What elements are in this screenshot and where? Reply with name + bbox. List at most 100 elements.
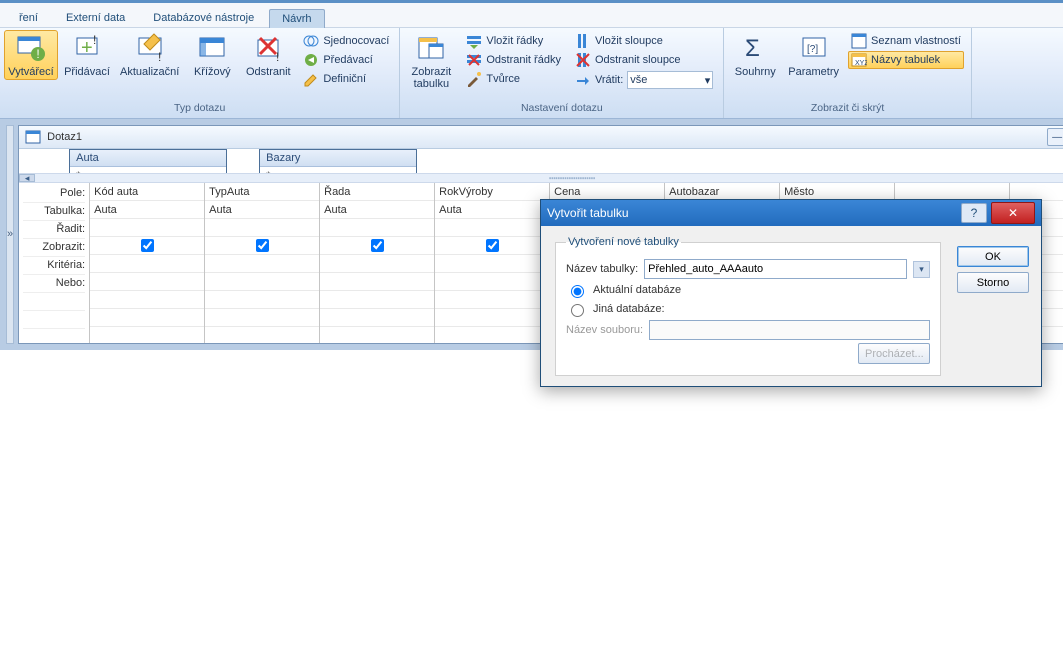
svg-text:!: ! (276, 50, 279, 64)
grid-cell[interactable] (435, 219, 549, 237)
label-otherdb: Jiná databáze: (593, 303, 665, 315)
label-currentdb: Aktuální databáze (593, 284, 681, 296)
grid-cell[interactable] (320, 219, 434, 237)
btn-passthrough[interactable]: Předávací (300, 51, 392, 69)
tab-design[interactable]: Návrh (269, 9, 324, 28)
grid-cell[interactable]: Řada (320, 183, 434, 201)
grid-cell[interactable] (90, 309, 204, 327)
btn-ddl[interactable]: Definiční (300, 70, 392, 88)
btn-insert-cols[interactable]: Vložit sloupce (572, 32, 716, 50)
btn-delete-cols[interactable]: Odstranit sloupce (572, 51, 716, 69)
grid-cell[interactable]: RokVýroby (435, 183, 549, 201)
grid-cell[interactable] (205, 237, 319, 255)
show-checkbox[interactable] (486, 239, 499, 252)
btn-ok[interactable]: OK (957, 246, 1029, 267)
grid-cell[interactable] (320, 291, 434, 309)
grid-cell[interactable] (90, 291, 204, 309)
grid-cell[interactable] (435, 291, 549, 309)
relationship-pane[interactable]: Auta *Kód autaTypAutaŘadaRokVýrobyCenaAu… (19, 149, 1063, 173)
svg-text:+: + (81, 37, 93, 59)
btn-delete[interactable]: ! Odstranit (241, 30, 295, 80)
tab-create[interactable]: ření (6, 8, 51, 27)
grid-cell[interactable] (320, 255, 434, 273)
ribbon-tabs: ření Externí data Databázové nástroje Ná… (0, 3, 1063, 28)
input-tablename[interactable] (644, 259, 907, 279)
grid-cell[interactable]: Auta (90, 201, 204, 219)
grid-cell[interactable] (205, 219, 319, 237)
group-label-qtype: Typ dotazu (4, 102, 395, 116)
table-auta[interactable]: Auta *Kód autaTypAutaŘadaRokVýrobyCenaAu… (69, 149, 227, 173)
grid-cell[interactable]: Auta (435, 201, 549, 219)
show-checkbox[interactable] (256, 239, 269, 252)
ribbon: ! Vytvářecí +! Přidávací ! Aktualizační … (0, 28, 1063, 119)
input-filename (649, 320, 930, 340)
combo-down-icon[interactable]: ▾ (913, 261, 930, 278)
btn-crosstab[interactable]: Křížový (185, 30, 239, 80)
grid-cell[interactable] (90, 219, 204, 237)
grid-column[interactable]: ŘadaAuta (320, 183, 435, 343)
btn-insert-rows[interactable]: Vložit řádky (463, 32, 564, 50)
scroll-left-icon[interactable]: ◂ (19, 174, 35, 182)
grid-cell[interactable] (205, 309, 319, 327)
chevron-down-icon: ▾ (705, 74, 711, 87)
grid-cell[interactable] (205, 291, 319, 309)
grid-cell[interactable] (90, 273, 204, 291)
btn-delete-rows[interactable]: Odstranit řádky (463, 51, 564, 69)
nav-pane[interactable]: » (6, 125, 14, 344)
grid-cell[interactable]: Auta (320, 201, 434, 219)
btn-tablenames[interactable]: XYZNázvy tabulek (848, 51, 964, 69)
grid-cell[interactable] (205, 255, 319, 273)
btn-show-table[interactable]: Zobrazit tabulku (404, 30, 458, 92)
grid-cell[interactable] (205, 273, 319, 291)
win-minimize[interactable]: — (1047, 128, 1063, 146)
show-checkbox[interactable] (371, 239, 384, 252)
grid-cell[interactable] (435, 237, 549, 255)
btn-builder[interactable]: Tvůrce (463, 70, 564, 88)
fieldset-legend: Vytvoření nové tabulky (566, 236, 681, 248)
btn-totals[interactable]: Σ Souhrny (728, 30, 782, 80)
btn-cancel[interactable]: Storno (957, 272, 1029, 293)
grid-cell[interactable] (90, 237, 204, 255)
dialog-close[interactable]: ✕ (991, 202, 1035, 224)
tab-external-data[interactable]: Externí data (53, 8, 138, 27)
btn-maketable[interactable]: ! Vytvářecí (4, 30, 58, 80)
query-icon (25, 129, 41, 145)
btn-append[interactable]: +! Přidávací (60, 30, 114, 80)
btn-browse: Procházet... (858, 343, 930, 364)
field-star[interactable]: * (266, 170, 410, 173)
svg-text:XYZ: XYZ (855, 60, 867, 67)
window-title: Dotaz1 (47, 131, 82, 143)
btn-union[interactable]: Sjednocovací (300, 32, 392, 50)
table-bazary[interactable]: Bazary *AutobazarUliceČísloMěstoTelefonK… (259, 149, 417, 173)
btn-update[interactable]: ! Aktualizační (116, 30, 183, 80)
grid-cell[interactable]: Auta (205, 201, 319, 219)
dialog-help[interactable]: ? (961, 203, 987, 223)
radio-currentdb[interactable] (571, 285, 584, 298)
grid-column[interactable]: Kód autaAuta (90, 183, 205, 343)
svg-text:!: ! (158, 50, 161, 64)
grid-cell[interactable] (435, 255, 549, 273)
svg-text:!: ! (93, 33, 96, 47)
grid-cell[interactable]: Kód auta (90, 183, 204, 201)
dialog-title: Vytvořit tabulku (547, 206, 629, 220)
splitter[interactable]: ◂ ┅┅┅┅┅┅┅ ▸ (19, 173, 1063, 183)
field-star[interactable]: * (76, 170, 220, 173)
grid-cell[interactable] (320, 237, 434, 255)
grid-column[interactable]: TypAutaAuta (205, 183, 320, 343)
grid-cell[interactable] (320, 273, 434, 291)
btn-propsheet[interactable]: Seznam vlastností (848, 32, 964, 50)
grid-cell[interactable] (90, 255, 204, 273)
grid-cell[interactable] (435, 273, 549, 291)
grid-column[interactable]: RokVýrobyAuta (435, 183, 550, 343)
tab-db-tools[interactable]: Databázové nástroje (140, 8, 267, 27)
svg-text:!: ! (36, 47, 39, 61)
group-label-showhide: Zobrazit či skrýt (728, 102, 967, 116)
label-tablename: Název tabulky: (566, 263, 638, 275)
return-select[interactable]: vše▾ (627, 71, 713, 89)
show-checkbox[interactable] (141, 239, 154, 252)
btn-params[interactable]: [?] Parametry (784, 30, 843, 80)
grid-cell[interactable] (320, 309, 434, 327)
radio-otherdb[interactable] (571, 304, 584, 317)
grid-cell[interactable] (435, 309, 549, 327)
grid-cell[interactable]: TypAuta (205, 183, 319, 201)
